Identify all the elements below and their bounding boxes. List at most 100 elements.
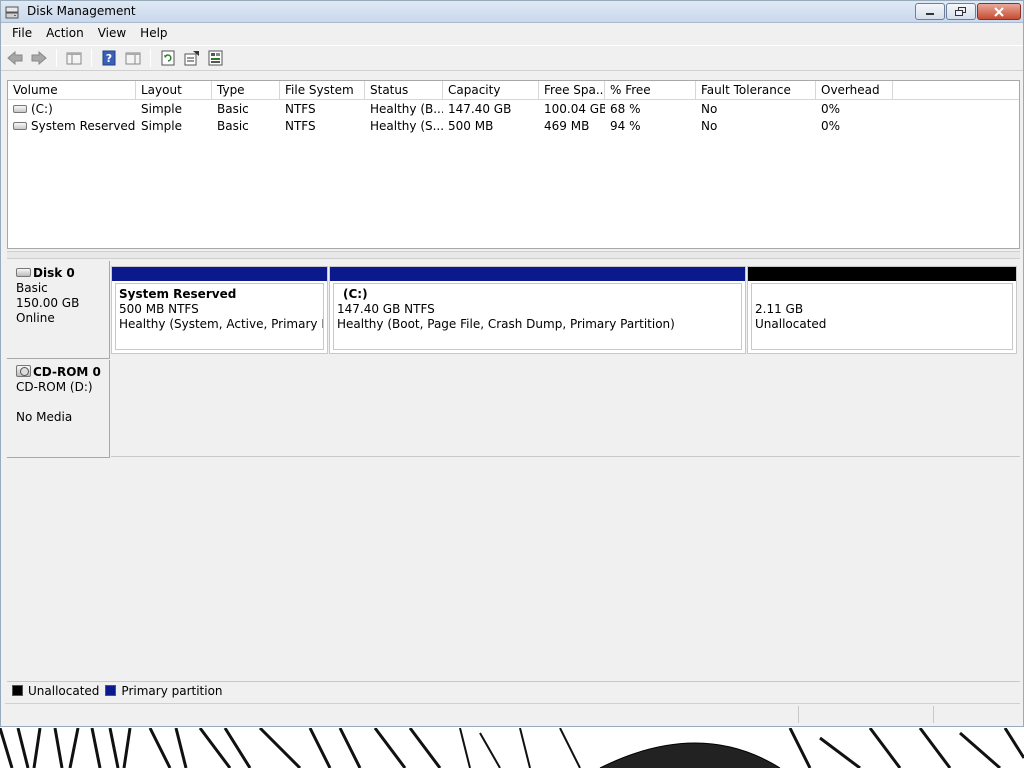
disk-type: CD-ROM (D:) [16, 380, 93, 394]
partition-size: 147.40 GB NTFS [337, 302, 435, 316]
desktop-background-art [0, 728, 1024, 768]
disk-status: Online [16, 311, 55, 325]
disk-status: No Media [16, 410, 73, 424]
legend-label: Unallocated [28, 683, 100, 698]
partition-color-bar [330, 267, 745, 281]
partition-color-bar [112, 267, 327, 281]
manga-artwork-image [0, 728, 1024, 768]
partition-details: 2.11 GB Unallocated [751, 283, 1013, 350]
column-header-volume[interactable]: Volume [8, 81, 136, 100]
menu-view[interactable]: View [91, 24, 133, 43]
cd-rom-icon [16, 364, 31, 377]
capacity-cell: 147.40 GB [448, 102, 512, 116]
partition-system-reserved[interactable]: System Reserved 500 MB NTFS Healthy (Sys… [111, 266, 328, 354]
disk-size [16, 395, 109, 410]
forward-button[interactable] [28, 48, 50, 68]
menu-action[interactable]: Action [39, 24, 91, 43]
properties-button[interactable] [181, 48, 203, 68]
volume-list-header: Volume Layout Type File System Status Ca… [8, 81, 1019, 100]
menu-bar: File Action View Help [1, 23, 1023, 44]
disk-0-label[interactable]: Disk 0 Basic 150.00 GB Online [7, 261, 110, 359]
percent-free-cell: 68 % [610, 102, 641, 116]
back-icon [7, 51, 23, 65]
cdrom-media-area[interactable] [111, 359, 1020, 457]
disk-name: Disk 0 [33, 266, 75, 280]
layout-cell: Simple [141, 102, 182, 116]
partition-status: Healthy (System, Active, Primary Partit [119, 317, 323, 331]
cdrom-0-label[interactable]: CD-ROM 0 CD-ROM (D:) No Media [7, 360, 110, 458]
column-header-percent-free[interactable]: % Free [605, 81, 696, 100]
svg-text:?: ? [106, 52, 112, 65]
partition-name [755, 287, 1009, 302]
column-header-file-system[interactable]: File System [280, 81, 365, 100]
file-system-cell: NTFS [285, 119, 316, 133]
layout-cell: Simple [141, 119, 182, 133]
disk-management-window: Disk Management File Action View Help ? … [0, 0, 1024, 727]
partition-c-drive[interactable]: (C:) 147.40 GB NTFS Healthy (Boot, Page … [329, 266, 746, 354]
status-cell: Healthy (B... [370, 102, 443, 116]
percent-free-cell: 94 % [610, 119, 641, 133]
disk-graphical-view: Disk 0 Basic 150.00 GB Online System Res… [7, 261, 1020, 681]
column-header-status[interactable]: Status [365, 81, 443, 100]
disk-name: CD-ROM 0 [33, 365, 101, 379]
title-bar[interactable]: Disk Management [1, 1, 1023, 23]
pane-splitter[interactable] [7, 251, 1020, 259]
volume-list[interactable]: Volume Layout Type File System Status Ca… [7, 80, 1020, 249]
menu-file[interactable]: File [5, 24, 39, 43]
overhead-cell: 0% [821, 102, 841, 116]
refresh-button[interactable] [157, 48, 179, 68]
type-cell: Basic [217, 119, 249, 133]
free-space-cell: 469 MB [544, 119, 590, 133]
column-header-overhead[interactable]: Overhead [816, 81, 893, 100]
column-header-capacity[interactable]: Capacity [443, 81, 539, 100]
partition-status: Unallocated [755, 317, 827, 331]
show-hide-action-pane-button[interactable] [122, 48, 144, 68]
back-button[interactable] [4, 48, 26, 68]
partition-size: 2.11 GB [755, 302, 804, 316]
legend-swatch [12, 685, 23, 696]
partition-details: (C:) 147.40 GB NTFS Healthy (Boot, Page … [333, 283, 742, 350]
properties-icon [184, 51, 199, 66]
window-title: Disk Management [27, 4, 136, 18]
volume-name: (C:) [31, 102, 53, 116]
help-icon: ? [102, 50, 116, 66]
volume-drive-icon [13, 121, 27, 130]
legend-label: Primary partition [121, 683, 223, 698]
disk-size: 150.00 GB [16, 296, 80, 310]
show-hide-console-tree-button[interactable] [63, 48, 85, 68]
minimize-button[interactable] [915, 3, 945, 20]
partition-status: Healthy (Boot, Page File, Crash Dump, Pr… [337, 317, 675, 331]
fault-tolerance-cell: No [701, 102, 718, 116]
partition-name: (C:) [343, 287, 368, 301]
forward-icon [31, 51, 47, 65]
volume-name: System Reserved [31, 119, 136, 133]
partition-unallocated[interactable]: 2.11 GB Unallocated [747, 266, 1017, 354]
restore-button[interactable] [946, 3, 976, 20]
type-cell: Basic [217, 102, 249, 116]
disk-type: Basic [16, 281, 48, 295]
partition-details: System Reserved 500 MB NTFS Healthy (Sys… [115, 283, 324, 350]
legend-item-primary-partition: Primary partition [105, 683, 223, 698]
menu-help[interactable]: Help [133, 24, 174, 43]
show-hide-console-tree-icon [66, 52, 82, 65]
column-header-layout[interactable]: Layout [136, 81, 212, 100]
column-header-type[interactable]: Type [212, 81, 280, 100]
partition-name: System Reserved [119, 287, 237, 301]
toolbar-separator [91, 49, 92, 67]
volume-row[interactable]: System Reserved Simple Basic NTFS Health… [8, 118, 1019, 135]
close-button[interactable] [977, 3, 1021, 20]
toolbar: ? [1, 45, 1023, 71]
column-header-free-space[interactable]: Free Spa... [539, 81, 605, 100]
volume-cell: System Reserved [8, 118, 136, 135]
rescan-disks-button[interactable] [205, 48, 227, 68]
column-header-fault-tolerance[interactable]: Fault Tolerance [696, 81, 816, 100]
volume-row[interactable]: (C:) Simple Basic NTFS Healthy (B... 147… [8, 101, 1019, 118]
free-space-cell: 100.04 GB [544, 102, 605, 116]
capacity-cell: 500 MB [448, 119, 494, 133]
toolbar-separator [150, 49, 151, 67]
show-hide-action-pane-icon [125, 52, 141, 65]
rescan-disks-icon [208, 50, 223, 66]
help-button[interactable]: ? [98, 48, 120, 68]
partition-color-bar [748, 267, 1016, 281]
hard-disk-icon [16, 268, 31, 277]
